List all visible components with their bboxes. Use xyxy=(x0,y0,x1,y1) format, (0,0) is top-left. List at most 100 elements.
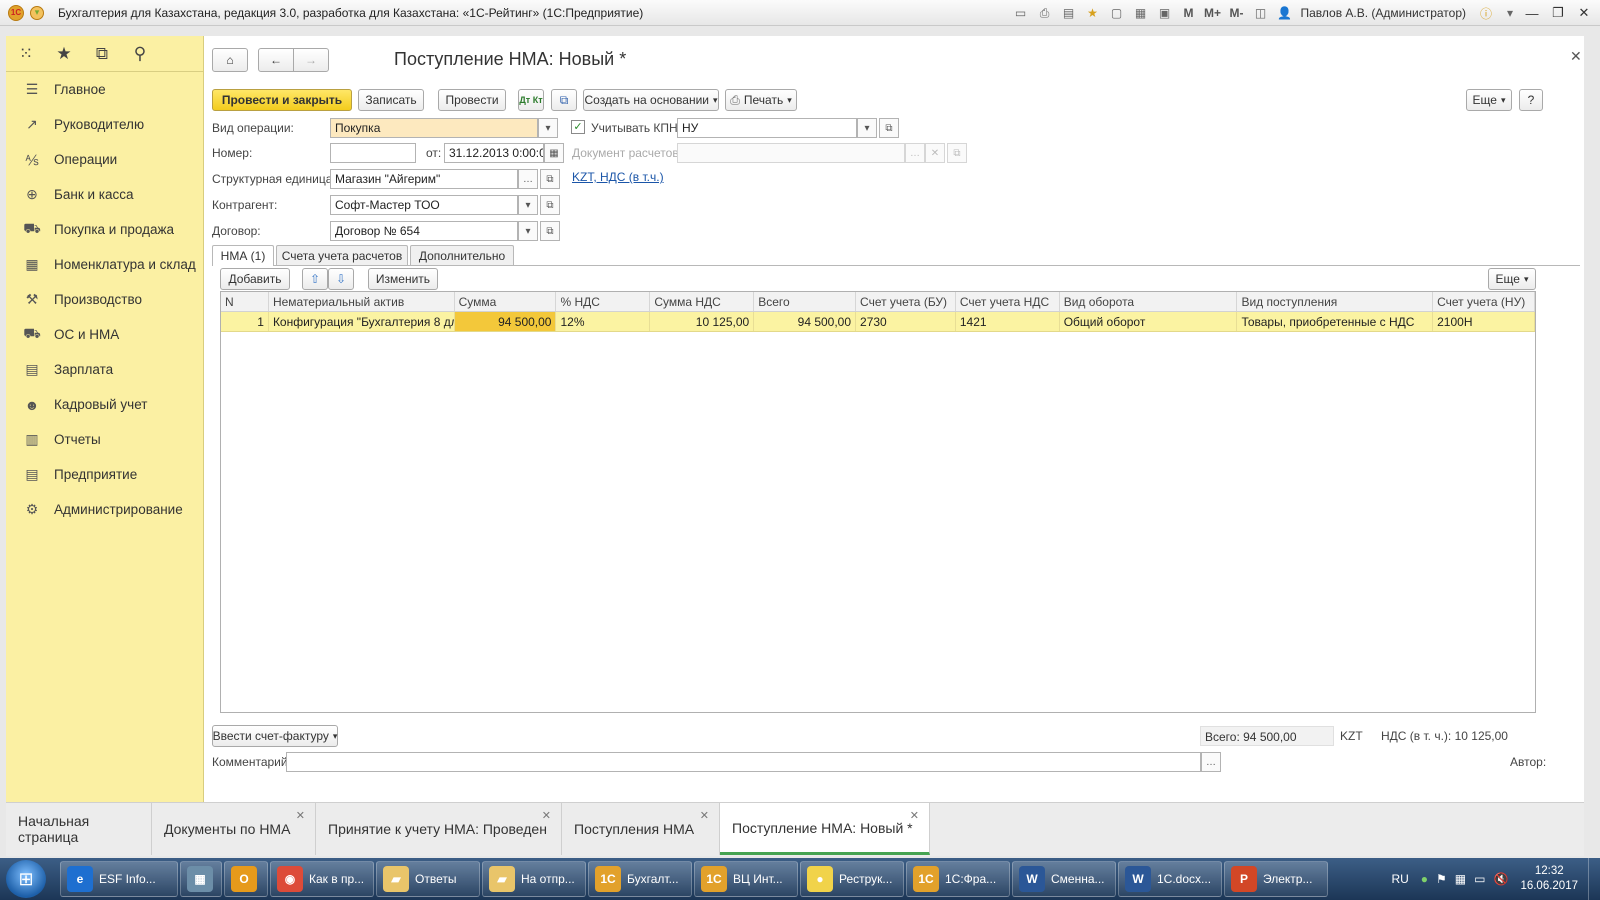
contract-input[interactable]: Договор № 654 xyxy=(330,221,518,241)
taskbar-item[interactable]: 1С Бухгалт... xyxy=(588,861,692,897)
kpn-type-dropdown[interactable]: ▾ xyxy=(857,118,877,138)
structural-unit-open-button[interactable]: ⧉ xyxy=(540,169,560,189)
open-window-tab[interactable]: Поступления НМА ✕ xyxy=(562,803,720,855)
close-tab-icon[interactable]: ✕ xyxy=(542,809,551,822)
move-down-button[interactable]: ⇩ xyxy=(328,268,354,290)
operation-type-select[interactable]: Покупка xyxy=(330,118,538,138)
date-calendar-button[interactable]: ▦ xyxy=(544,143,564,163)
taskbar-item[interactable]: W 1C.docx... xyxy=(1118,861,1222,897)
open-window-tab[interactable]: Начальная страница xyxy=(6,803,152,855)
kpn-checkbox[interactable]: ✓ xyxy=(571,120,585,134)
preview-icon[interactable]: ▤ xyxy=(1059,5,1079,21)
app-logo-icon[interactable]: 1С xyxy=(8,4,24,21)
nma-table[interactable]: N Нематериальный актив Сумма% НДС Сумма НДС… xyxy=(220,291,1536,713)
taskbar-item[interactable]: ▰ Ответы xyxy=(376,861,480,897)
memory-plus-button[interactable]: M+ xyxy=(1203,5,1223,21)
taskbar-item[interactable]: O xyxy=(224,861,268,897)
settlement-doc-select-button[interactable]: … xyxy=(905,143,925,163)
save-button[interactable]: Записать xyxy=(358,89,424,111)
apps-grid-icon[interactable]: ⁙ xyxy=(16,44,36,64)
comment-input[interactable] xyxy=(286,752,1201,772)
close-tab-icon[interactable]: ✕ xyxy=(700,809,709,822)
taskbar-item[interactable]: W Сменна... xyxy=(1012,861,1116,897)
table-cell[interactable]: 94 500,00 xyxy=(754,312,857,331)
language-indicator[interactable]: RU xyxy=(1391,872,1408,886)
table-cell[interactable]: 94 500,00 xyxy=(454,312,557,331)
column-header[interactable]: Вид поступления xyxy=(1237,292,1434,311)
tab-nma[interactable]: НМА (1) xyxy=(212,245,274,266)
table-cell[interactable]: 1 xyxy=(221,312,269,331)
number-input[interactable] xyxy=(330,143,416,163)
table-cell[interactable]: 1421 xyxy=(956,312,1060,331)
sidebar-item-7[interactable]: ⛟ ОС и НМА xyxy=(6,317,203,352)
settlement-doc-input[interactable] xyxy=(677,143,905,163)
taskbar-item[interactable]: ● Реструк... xyxy=(800,861,904,897)
column-header[interactable]: % НДС xyxy=(556,292,651,311)
sidebar-item-9[interactable]: ☻ Кадровый учет xyxy=(6,387,203,422)
memory-minus-button[interactable]: M- xyxy=(1227,5,1247,21)
currency-vat-link[interactable]: KZT, НДС (в т.ч.) xyxy=(572,170,664,184)
home-button[interactable]: ⌂ xyxy=(212,48,248,72)
table-more-button[interactable]: Еще ▾ xyxy=(1488,268,1536,290)
app-menu-icon[interactable]: ▾ xyxy=(30,5,44,20)
history-icon[interactable]: ▢ xyxy=(1107,5,1127,21)
close-window-button[interactable]: ✕ xyxy=(1574,5,1594,21)
move-up-button[interactable]: ⇧ xyxy=(302,268,328,290)
add-row-button[interactable]: Добавить xyxy=(220,268,290,290)
column-header[interactable]: Счет учета (НУ) xyxy=(1433,292,1535,311)
display-tray-icon[interactable]: ▭ xyxy=(1474,872,1485,886)
chevron-down-icon[interactable]: ▾ xyxy=(1500,5,1520,21)
date-input[interactable]: 31.12.2013 0:00:00 xyxy=(444,143,544,163)
help-button[interactable]: ? xyxy=(1519,89,1543,111)
table-cell[interactable]: 12% xyxy=(556,312,651,331)
operation-type-dropdown[interactable]: ▾ xyxy=(538,118,558,138)
favorites-icon[interactable]: ★ xyxy=(1083,5,1103,21)
dt-kt-button[interactable]: Дт Кт xyxy=(518,89,544,111)
column-header[interactable]: Сумма xyxy=(455,292,557,311)
column-header[interactable]: Сумма НДС xyxy=(650,292,755,311)
calculator-icon[interactable]: ▦ xyxy=(1131,5,1151,21)
taskbar-item[interactable]: P Электр... xyxy=(1224,861,1328,897)
clock[interactable]: 12:32 16.06.2017 xyxy=(1520,864,1578,894)
structure-button[interactable]: ⧉ xyxy=(551,89,577,111)
sidebar-item-2[interactable]: ⅍ Операции xyxy=(6,142,203,177)
panels-icon[interactable]: ◫ xyxy=(1251,5,1271,21)
column-header[interactable]: Всего xyxy=(754,292,857,311)
settlement-doc-clear-button[interactable]: ✕ xyxy=(925,143,945,163)
taskbar-item[interactable]: 1С 1С:Фра... xyxy=(906,861,1010,897)
table-cell[interactable]: Общий оборот xyxy=(1060,312,1238,331)
edit-row-button[interactable]: Изменить xyxy=(368,268,438,290)
taskbar-item[interactable]: e ESF Info... xyxy=(60,861,178,897)
save-icon[interactable]: ▭ xyxy=(1011,5,1031,21)
post-and-close-button[interactable]: Провести и закрыть xyxy=(212,89,352,111)
structural-unit-input[interactable]: Магазин "Айгерим" xyxy=(330,169,518,189)
table-cell[interactable]: Конфигурация "Бухгалтерия 8 дл... xyxy=(269,312,455,331)
volume-muted-icon[interactable]: 🔇 xyxy=(1493,872,1508,886)
sidebar-item-8[interactable]: ▤ Зарплата xyxy=(6,352,203,387)
counterparty-dropdown[interactable]: ▾ xyxy=(518,195,538,215)
sidebar-item-1[interactable]: ↗ Руководителю xyxy=(6,107,203,142)
print-button[interactable]: ⎙ Печать ▾ xyxy=(725,89,797,111)
open-window-tab[interactable]: Документы по НМА ✕ xyxy=(152,803,316,855)
taskbar-item[interactable]: 1С ВЦ Инт... xyxy=(694,861,798,897)
back-button[interactable]: ← xyxy=(258,48,294,72)
sidebar-item-3[interactable]: ⊕ Банк и касса xyxy=(6,177,203,212)
taskbar-item[interactable]: ▦ xyxy=(180,861,222,897)
table-cell[interactable]: 10 125,00 xyxy=(650,312,755,331)
close-tab-icon[interactable]: ✕ xyxy=(910,809,919,822)
maximize-button[interactable]: ❐ xyxy=(1548,5,1568,21)
open-window-tab[interactable]: Поступление НМА: Новый * ✕ xyxy=(720,803,930,855)
sidebar-item-5[interactable]: ▦ Номенклатура и склад xyxy=(6,247,203,282)
table-cell[interactable]: 2730 xyxy=(856,312,956,331)
close-tab-icon[interactable]: ✕ xyxy=(296,809,305,822)
tab-settlement-accounts[interactable]: Счета учета расчетов xyxy=(276,245,408,265)
memory-m-button[interactable]: M xyxy=(1179,5,1199,21)
favorites-star-icon[interactable]: ★ xyxy=(54,44,74,64)
user-tray-icon[interactable]: ● xyxy=(1421,872,1428,886)
sidebar-item-6[interactable]: ⚒ Производство xyxy=(6,282,203,317)
column-header[interactable]: Счет учета (БУ) xyxy=(856,292,956,311)
column-header[interactable]: Вид оборота xyxy=(1060,292,1238,311)
table-row[interactable]: 1 Конфигурация "Бухгалтерия 8 дл... 94 500… xyxy=(221,312,1535,332)
counterparty-open-button[interactable]: ⧉ xyxy=(540,195,560,215)
settlement-doc-open-button[interactable]: ⧉ xyxy=(947,143,967,163)
